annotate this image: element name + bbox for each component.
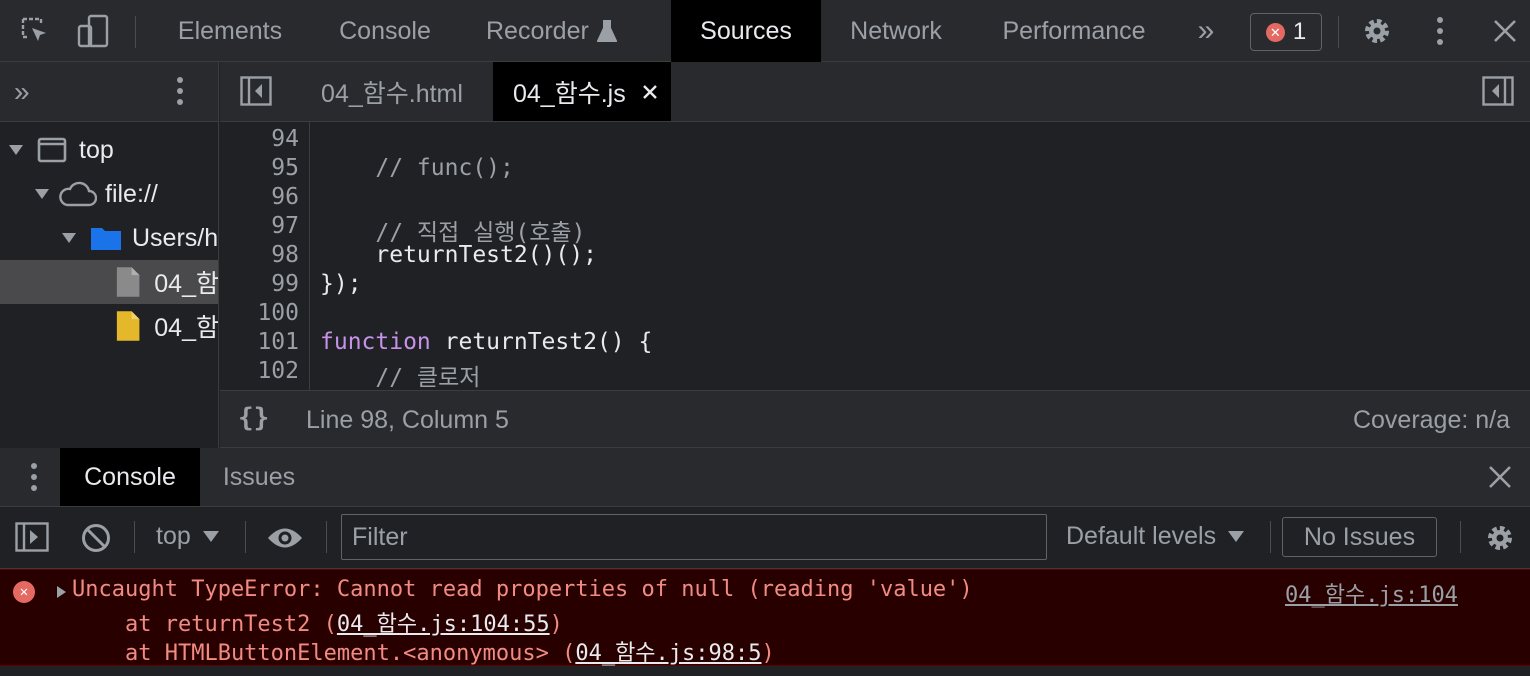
show-sidebar-icon[interactable] <box>15 522 49 557</box>
toolbar-divider <box>1338 16 1339 48</box>
line-number[interactable]: 99 <box>271 271 299 297</box>
tab-recorder[interactable]: Recorder <box>468 0 648 62</box>
devtools-toolbar: Elements Console Recorder Sources Networ… <box>0 0 1530 62</box>
code-editor[interactable]: 94 95 96 97 98 99 100 101 102 // func();… <box>220 122 1530 390</box>
toolbar-divider <box>134 521 135 553</box>
stack-frame: at returnTest2 (04_함수.js:104:55) <box>72 612 563 637</box>
more-tabs-button[interactable]: » <box>1184 0 1228 62</box>
console-settings-gear-icon[interactable] <box>1484 522 1516 559</box>
console-prompt-area[interactable] <box>0 666 1530 676</box>
navigator-header: » <box>0 62 218 122</box>
tab-performance[interactable]: Performance <box>980 0 1168 62</box>
stack-frame-link[interactable]: 04_함수.js:98:5 <box>575 641 761 666</box>
tab-elements[interactable]: Elements <box>158 0 302 62</box>
pretty-print-icon[interactable]: {} <box>238 403 269 433</box>
editor-status-bar: {} Line 98, Column 5 Coverage: n/a <box>220 390 1530 448</box>
code-line: // 클로저 <box>320 365 481 390</box>
line-number[interactable]: 94 <box>271 126 299 152</box>
dropdown-arrow-icon <box>1228 531 1245 542</box>
expand-arrow-icon[interactable] <box>35 189 49 199</box>
error-count: 1 <box>1292 18 1307 45</box>
coverage-status: Coverage: n/a <box>1352 406 1510 434</box>
error-source-link[interactable]: 04_함수.js:104 <box>1285 577 1458 609</box>
file-navigator: » top file:// Users/h 04_함 04_함 <box>0 62 219 448</box>
code-line: returnTest2()(); <box>320 242 597 268</box>
frame-icon <box>37 137 67 163</box>
toolbar-divider <box>135 16 136 48</box>
console-error-message[interactable]: ✕ Uncaught TypeError: Cannot read proper… <box>0 569 1530 666</box>
line-number[interactable]: 98 <box>271 242 299 268</box>
context-selector[interactable]: top <box>156 522 219 551</box>
code-line: function returnTest2() { <box>320 329 653 355</box>
folder-icon <box>91 228 121 250</box>
toolbar-divider <box>1460 521 1461 553</box>
drawer-tab-issues[interactable]: Issues <box>204 448 314 506</box>
live-expression-eye-icon[interactable] <box>266 525 304 556</box>
more-panels-icon[interactable]: » <box>14 76 30 108</box>
error-text: Uncaught TypeError: Cannot read properti… <box>72 577 973 602</box>
line-number[interactable]: 101 <box>257 329 299 355</box>
drawer-menu-icon[interactable] <box>30 462 38 497</box>
file-tab-html[interactable]: 04_함수.html <box>292 62 492 121</box>
tree-label: top <box>79 135 114 164</box>
toolbar-divider <box>1270 521 1271 553</box>
drawer-tab-bar: Console Issues <box>0 448 1530 507</box>
toolbar-divider <box>245 521 246 553</box>
line-number[interactable]: 96 <box>271 184 299 210</box>
tree-label: 04_함 <box>154 314 219 342</box>
line-number-gutter: 94 95 96 97 98 99 100 101 102 <box>220 122 310 390</box>
line-number[interactable]: 95 <box>271 155 299 181</box>
editor-tab-bar: 04_함수.html 04_함수.js <box>220 62 1530 122</box>
drawer-tab-console[interactable]: Console <box>60 448 200 506</box>
stack-frame: at HTMLButtonElement.<anonymous> (04_함수.… <box>72 641 775 666</box>
settings-gear-icon[interactable] <box>1356 0 1398 62</box>
tree-label: 04_함 <box>154 270 219 298</box>
tree-label: Users/h <box>132 223 219 252</box>
tree-label: file:// <box>105 179 158 208</box>
error-icon: ✕ <box>1265 22 1285 42</box>
log-levels-dropdown[interactable]: Default levels <box>1066 522 1245 551</box>
filter-input[interactable]: Filter <box>341 514 1047 560</box>
code-line: // func(); <box>320 155 514 181</box>
console-toolbar: top Filter Default levels No Issues <box>0 507 1530 569</box>
error-icon: ✕ <box>13 581 35 603</box>
cursor-position: Line 98, Column 5 <box>306 406 509 434</box>
dropdown-arrow-icon <box>202 531 219 542</box>
error-count-badge[interactable]: ✕ 1 <box>1250 13 1322 51</box>
js-file-icon <box>116 311 140 341</box>
navigator-menu-icon[interactable] <box>176 76 184 111</box>
flask-icon <box>596 20 617 42</box>
tree-item-js-file[interactable]: 04_함 <box>0 304 219 348</box>
device-toolbar-icon[interactable] <box>72 0 114 62</box>
issues-counter-button[interactable]: No Issues <box>1282 517 1437 557</box>
tab-network[interactable]: Network <box>830 0 962 62</box>
toolbar-divider <box>326 521 327 553</box>
tree-item-users-folder[interactable]: Users/h <box>0 216 219 260</box>
tree-item-top[interactable]: top <box>0 128 218 172</box>
tab-sources[interactable]: Sources <box>671 0 821 62</box>
expand-arrow-icon[interactable] <box>62 233 76 243</box>
expand-triangle-icon[interactable] <box>56 585 67 599</box>
file-tab-js[interactable]: 04_함수.js <box>493 62 671 121</box>
kebab-menu-icon[interactable] <box>1420 0 1460 62</box>
html-file-icon <box>116 267 140 297</box>
close-drawer-icon[interactable] <box>1488 465 1512 494</box>
expand-arrow-icon[interactable] <box>9 145 23 155</box>
code-line: }); <box>320 271 362 297</box>
clear-console-icon[interactable] <box>80 522 112 559</box>
tree-item-file[interactable]: file:// <box>0 172 218 216</box>
stack-frame-link[interactable]: 04_함수.js:104:55 <box>337 612 550 637</box>
tree-item-html-file[interactable]: 04_함 <box>0 260 219 304</box>
close-tab-icon[interactable] <box>642 84 658 100</box>
keyword-token: function <box>320 329 431 355</box>
tab-console[interactable]: Console <box>318 0 452 62</box>
line-number[interactable]: 100 <box>257 300 299 326</box>
line-number[interactable]: 97 <box>271 213 299 239</box>
close-devtools-icon[interactable] <box>1484 0 1526 62</box>
line-number[interactable]: 102 <box>257 358 299 384</box>
inspect-element-icon[interactable] <box>14 0 56 62</box>
toggle-debugger-icon[interactable] <box>1482 76 1514 111</box>
toggle-navigator-icon[interactable] <box>240 76 272 111</box>
cloud-icon <box>59 181 97 207</box>
